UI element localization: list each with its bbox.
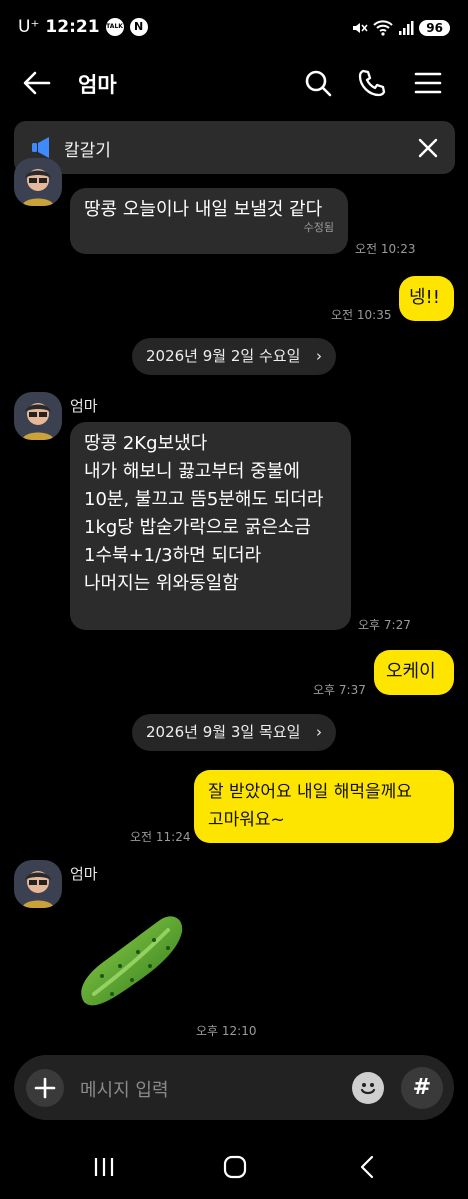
- message-line: 내가 해보니 끓고부터 중불에: [84, 461, 300, 482]
- back-arrow-icon[interactable]: [22, 68, 52, 98]
- back-nav-icon[interactable]: [356, 1155, 380, 1179]
- message-text: 땅콩 오늘이나 내일 보낼것 같다: [84, 199, 323, 220]
- date-divider[interactable]: 2026년 9월 3일 목요일 ›: [132, 714, 336, 751]
- message-line: 1kg당 밥숟가락으로 굵은소금: [84, 517, 311, 538]
- wifi-icon: [373, 20, 393, 36]
- avatar-image: [14, 860, 62, 908]
- message-line: 고마워요~: [208, 810, 285, 830]
- status-bar: U⁺ 12:21 TALK N 96: [0, 0, 468, 58]
- message-input-bar: 메시지 입력 #: [14, 1055, 454, 1120]
- avatar-image: [14, 158, 62, 206]
- message-time: 오전 10:35: [331, 308, 392, 322]
- chevron-right-icon: ›: [316, 723, 322, 741]
- chat-header: 엄마: [0, 58, 468, 108]
- system-nav-bar: [0, 1135, 468, 1199]
- message-time: 오후 12:10: [196, 1024, 257, 1038]
- message-time: 오후 7:37: [313, 683, 366, 697]
- status-right: 96: [350, 19, 450, 37]
- avatar[interactable]: [14, 392, 62, 440]
- notice-banner[interactable]: 칼갈기: [14, 121, 455, 174]
- sender-name: 엄마: [70, 865, 98, 883]
- message-bubble[interactable]: 땅콩 2Kg보냈다 내가 해보니 끓고부터 중불에 10분, 불끄고 뜸5분해도…: [70, 422, 351, 630]
- message-line: 잘 받았어요 내일 해먹을께요: [208, 782, 412, 802]
- cucumber-emoticon[interactable]: [72, 910, 188, 1014]
- notice-label: 칼갈기: [64, 141, 111, 161]
- clock: 12:21: [45, 17, 100, 37]
- message-input[interactable]: 메시지 입력: [80, 1076, 169, 1102]
- avatar[interactable]: [14, 158, 62, 206]
- message-time: 오전 11:24: [130, 830, 191, 844]
- message-bubble[interactable]: 오케이: [374, 650, 454, 695]
- message-line: 10분, 불끄고 뜸5분해도 되더라: [84, 489, 324, 510]
- avatar-image: [14, 392, 62, 440]
- message-bubble[interactable]: 잘 받았어요 내일 해먹을께요 고마워요~: [194, 770, 454, 843]
- edited-label: 수정됨: [303, 221, 334, 234]
- battery-indicator: 96: [419, 20, 450, 36]
- close-icon[interactable]: [417, 137, 439, 159]
- message-text: 오케이: [386, 661, 436, 682]
- talk-notification-icon: TALK: [105, 18, 124, 36]
- mute-icon: [353, 23, 368, 33]
- hash-icon: #: [412, 1075, 432, 1100]
- message-time: 오후 7:27: [358, 618, 411, 632]
- message-bubble[interactable]: 땅콩 오늘이나 내일 보낼것 같다 수정됨: [70, 188, 348, 254]
- message-text: 넹!!: [409, 287, 440, 308]
- avatar[interactable]: [14, 860, 62, 908]
- phone-icon[interactable]: [356, 67, 388, 99]
- emoji-button[interactable]: [352, 1072, 384, 1104]
- message-line: 1수북+1/3하면 되더라: [84, 545, 262, 566]
- carrier-label: U⁺: [18, 17, 40, 37]
- emoji-icon: [360, 1083, 376, 1095]
- message-time: 오전 10:23: [355, 242, 416, 256]
- hash-button[interactable]: #: [401, 1067, 443, 1109]
- sender-name: 엄마: [70, 397, 98, 415]
- megaphone-icon: [32, 137, 49, 158]
- naver-notification-icon: N: [129, 18, 148, 36]
- chat-title[interactable]: 엄마: [78, 69, 117, 99]
- status-left: U⁺ 12:21 TALK N: [18, 17, 148, 37]
- search-icon[interactable]: [302, 67, 334, 99]
- date-label: 2026년 9월 2일 수요일: [146, 347, 301, 365]
- plus-button[interactable]: [26, 1069, 64, 1107]
- message-line: 땅콩 2Kg보냈다: [84, 433, 208, 454]
- menu-icon[interactable]: [412, 67, 444, 99]
- date-label: 2026년 9월 3일 목요일: [146, 723, 301, 741]
- signal-icon: [399, 21, 414, 35]
- home-icon[interactable]: [223, 1155, 247, 1179]
- recent-apps-icon[interactable]: [92, 1155, 116, 1179]
- plus-icon: [34, 1077, 56, 1099]
- message-bubble[interactable]: 넹!!: [399, 276, 454, 321]
- chevron-right-icon: ›: [316, 347, 322, 365]
- date-divider[interactable]: 2026년 9월 2일 수요일 ›: [132, 338, 336, 375]
- message-line: 나머지는 위와동일함: [84, 573, 239, 594]
